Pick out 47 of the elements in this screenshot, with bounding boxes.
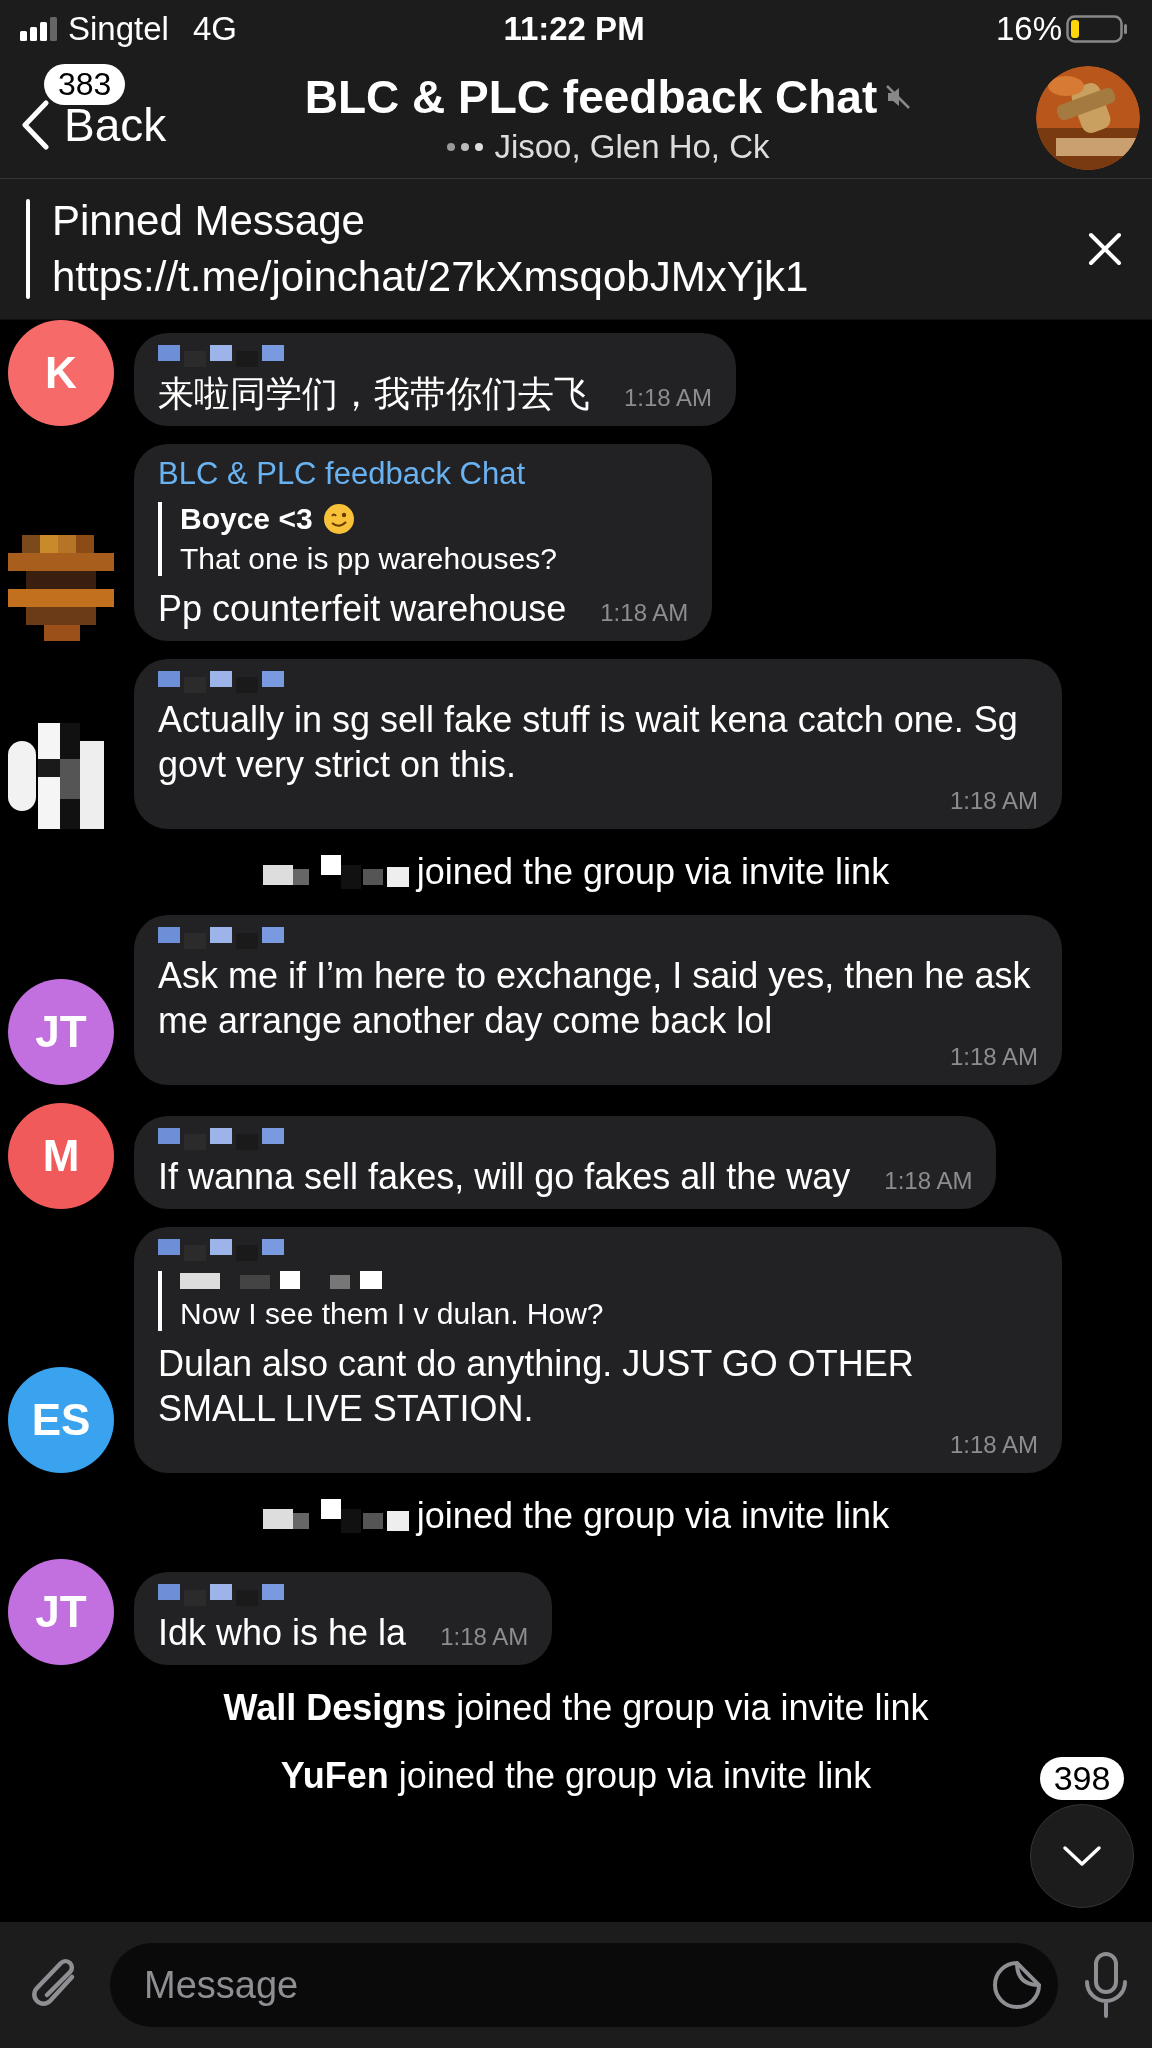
service-message: YuFen joined the group via invite link (280, 1755, 872, 1797)
chevron-icon (1062, 1845, 1102, 1867)
close-icon[interactable] (1088, 232, 1122, 266)
network-type: 4G (192, 10, 237, 48)
message-text: If wanna sell fakes, will go fakes all the way (158, 1155, 851, 1199)
message-time: 1:18 AM (884, 1167, 973, 1196)
message-bubble[interactable]: Actually in sg sell fake stuff is wait kena catch one. Sg govt very strict on this. 1:18 AM (134, 659, 1062, 829)
message-bubble[interactable]: Ask me if I’m here to exchange, I said yes, then he ask me arrange another day come back lol 1:18 AM (134, 915, 1062, 1085)
reply-text: Now I see them I v dulan. How? (180, 1297, 605, 1331)
carrier-name: Singtel (68, 10, 169, 48)
message-text: Actually in sg sell fake stuff is wait kena catch one. Sg govt very strict on this. (158, 698, 1019, 787)
service-message: joined the group via invite link (416, 1495, 890, 1537)
reply-author: Boyce <3 (180, 502, 313, 536)
message-bubble[interactable]: BLC & PLC feedback Chat Boyce <3 That one is pp warehouses? Pp counterfeit warehouse 1:18 AM (134, 444, 713, 641)
message-text: 来啦同学们，我带你们去飞 (158, 372, 590, 416)
message-bubble[interactable]: Idk who is he la 1:18 AM (134, 1572, 553, 1665)
message-bubble[interactable]: 来啦同学们，我带你们去飞 1:18 AM (134, 333, 737, 426)
sticker-icon[interactable] (992, 1960, 1042, 2010)
battery-percent: 16% (995, 10, 1062, 48)
pinned-label: Pinned Message (52, 197, 366, 245)
message-time: 1:18 AM (949, 787, 1038, 816)
message-bubble[interactable]: Now I see them I v dulan. How? Dulan also cant do anything. JUST GO OTHER SMALL LIVE STATION. 1:18 AM (134, 1227, 1062, 1473)
pinned-message[interactable]: https://t.me/joinchat/27kXmsqobJMxYjk1 (52, 253, 1066, 301)
sender-name: BLC & PLC feedback Chat (158, 456, 527, 492)
chat-title: BLC & PLC feedback Chat (304, 70, 878, 124)
message-time: 1:18 AM (600, 599, 689, 628)
chat-members: Jisoo, Glen Ho, Ck (494, 128, 770, 166)
service-message: Wall Designs joined the group via invite link (223, 1687, 929, 1729)
reply-text: That one is pp warehouses? (180, 542, 558, 576)
clock-time: 11:22 PM (503, 10, 645, 48)
signal-icon (20, 17, 58, 41)
message-text: Pp counterfeit warehouse (158, 587, 567, 631)
message-time: 1:18 AM (949, 1043, 1038, 1072)
message-time: 1:18 AM (440, 1623, 529, 1652)
message-text: Dulan also cant do anything. JUST GO OTHER SMALL LIVE STATION. (158, 1342, 915, 1431)
battery-icon (1066, 15, 1128, 43)
message-text: Ask me if I’m here to exchange, I said yes, then he ask me arrange another day come back lol (158, 954, 1032, 1043)
unread-badge: 398 (1039, 1757, 1125, 1800)
message-text: Idk who is he la (158, 1611, 407, 1655)
message-bubble[interactable]: If wanna sell fakes, will go fakes all the way 1:18 AM (134, 1116, 997, 1209)
service-message: joined the group via invite link (416, 851, 890, 893)
message-field[interactable]: Message (110, 1943, 1058, 2027)
chevron-icon (20, 100, 50, 150)
microphone-icon[interactable] (1084, 1952, 1128, 2018)
message-time: 1:18 AM (949, 1431, 1038, 1460)
unread-badge: 383 (44, 64, 126, 105)
message-time: 1:18 AM (624, 384, 713, 413)
